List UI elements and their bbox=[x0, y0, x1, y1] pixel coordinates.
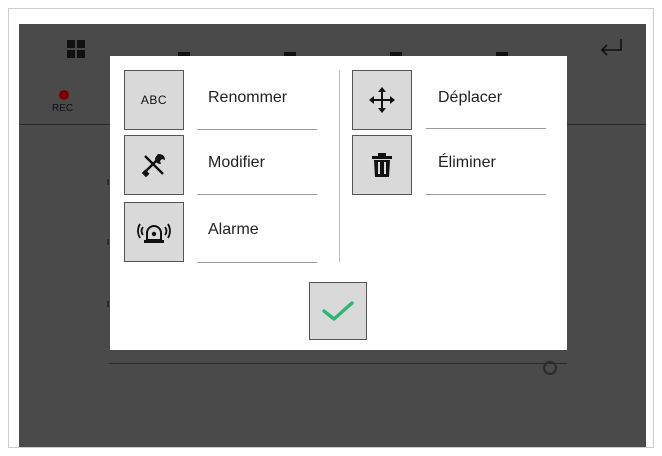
list-marker bbox=[107, 301, 109, 307]
abc-icon-text: ABC bbox=[140, 93, 168, 107]
rec-indicator-icon bbox=[59, 90, 69, 100]
grid-icon[interactable] bbox=[67, 40, 85, 58]
move-label: Déplacer bbox=[438, 89, 503, 106]
abc-text-icon[interactable]: ABC bbox=[124, 70, 184, 130]
alarm-label: Alarme bbox=[208, 221, 259, 238]
confirm-button[interactable] bbox=[309, 282, 367, 340]
wrench-screwdriver-icon bbox=[141, 154, 165, 178]
checkmark-icon bbox=[322, 301, 354, 321]
wrench-screwdriver-icon[interactable] bbox=[124, 135, 184, 195]
rename-label: Renommer bbox=[208, 89, 288, 106]
alarm-siren-icon bbox=[137, 223, 171, 243]
move-arrows-icon bbox=[369, 87, 395, 113]
delete-label: Éliminer bbox=[438, 154, 496, 171]
modify-label: Modifier bbox=[208, 154, 265, 171]
return-arrow-icon[interactable] bbox=[597, 36, 627, 62]
trash-icon[interactable] bbox=[352, 135, 412, 195]
rec-label: REC bbox=[52, 103, 74, 114]
underline bbox=[426, 128, 546, 129]
underline bbox=[197, 129, 317, 130]
alarm-siren-icon[interactable] bbox=[124, 202, 184, 262]
column-divider bbox=[339, 70, 340, 262]
list-marker bbox=[107, 239, 109, 245]
options-dialog: ABC Renommer Modifier Alarme Déplacer Él… bbox=[110, 56, 567, 350]
move-arrows-icon[interactable] bbox=[352, 70, 412, 130]
underline bbox=[426, 194, 546, 195]
list-marker bbox=[107, 179, 109, 185]
divider bbox=[109, 363, 567, 364]
underline bbox=[197, 262, 317, 263]
trash-icon bbox=[372, 153, 392, 177]
knob-icon bbox=[543, 361, 557, 375]
underline bbox=[197, 194, 317, 195]
